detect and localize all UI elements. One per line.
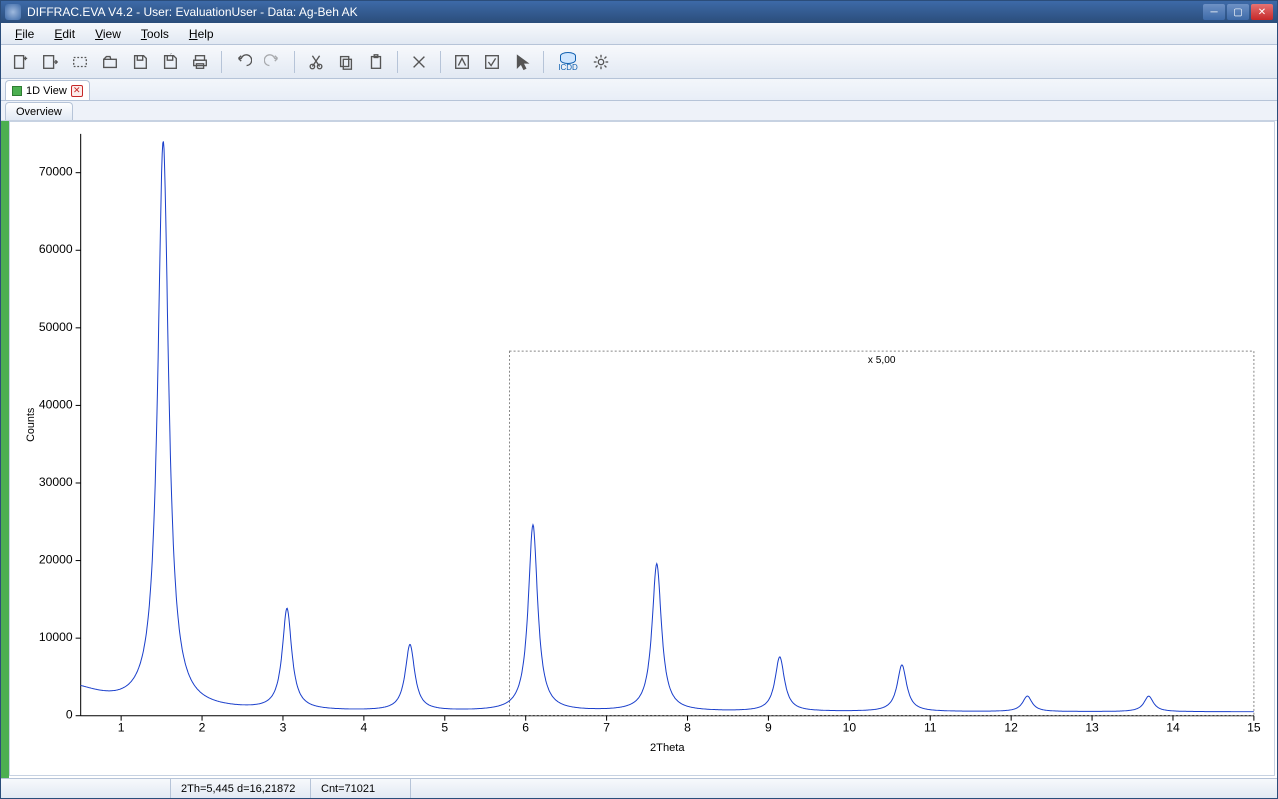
svg-text:14: 14 <box>1166 721 1180 735</box>
menu-bar: File Edit View Tools Help <box>1 23 1277 45</box>
svg-text:1: 1 <box>118 721 125 735</box>
app-icon <box>5 4 21 20</box>
menu-edit[interactable]: Edit <box>44 25 85 43</box>
open-button[interactable] <box>97 49 123 75</box>
svg-text:12: 12 <box>1004 721 1018 735</box>
toolbar-separator <box>397 51 398 73</box>
document-tab-strip: 1D View <box>1 79 1277 101</box>
client-area: 0100002000030000400005000060000700001234… <box>1 121 1277 778</box>
window-close-button[interactable]: ✕ <box>1251 4 1273 20</box>
view-tab-strip: Overview <box>1 101 1277 121</box>
menu-view[interactable]: View <box>85 25 131 43</box>
toolbar: ? <box>1 45 1277 79</box>
svg-text:5: 5 <box>441 721 448 735</box>
svg-text:Counts: Counts <box>25 407 37 442</box>
window-title: DIFFRAC.EVA V4.2 - User: EvaluationUser … <box>27 5 1203 19</box>
svg-text:2: 2 <box>199 721 206 735</box>
print-button[interactable] <box>187 49 213 75</box>
svg-text:8: 8 <box>684 721 691 735</box>
paste-button[interactable] <box>363 49 389 75</box>
svg-text:6: 6 <box>522 721 529 735</box>
toolbar-separator <box>440 51 441 73</box>
import-button[interactable] <box>37 49 63 75</box>
save-as-button[interactable]: ? <box>157 49 183 75</box>
copy-button[interactable] <box>333 49 359 75</box>
undo-button[interactable] <box>230 49 256 75</box>
app-window: DIFFRAC.EVA V4.2 - User: EvaluationUser … <box>0 0 1278 799</box>
status-angle: 2Th=5,445 d=16,21872 <box>171 779 311 798</box>
mode-a-button[interactable] <box>449 49 475 75</box>
delete-button[interactable] <box>406 49 432 75</box>
tab-label: Overview <box>16 106 62 118</box>
svg-text:13: 13 <box>1085 721 1099 735</box>
cut-button[interactable] <box>303 49 329 75</box>
svg-text:?: ? <box>169 53 172 57</box>
toolbar-separator <box>294 51 295 73</box>
toolbar-separator <box>221 51 222 73</box>
window-maximize-button[interactable]: ▢ <box>1227 4 1249 20</box>
status-bar: 2Th=5,445 d=16,21872 Cnt=71021 <box>1 778 1277 798</box>
svg-text:10: 10 <box>843 721 857 735</box>
title-bar: DIFFRAC.EVA V4.2 - User: EvaluationUser … <box>1 1 1277 23</box>
pointer-button[interactable] <box>509 49 535 75</box>
settings-button[interactable] <box>588 49 614 75</box>
window-minimize-button[interactable]: ─ <box>1203 4 1225 20</box>
toolbar-separator <box>543 51 544 73</box>
svg-text:20000: 20000 <box>39 553 73 567</box>
document-tab-label: 1D View <box>26 85 67 97</box>
active-scan-indicator <box>1 121 9 778</box>
close-tab-button[interactable] <box>71 85 83 97</box>
svg-text:70000: 70000 <box>39 165 73 179</box>
svg-text:50000: 50000 <box>39 320 73 334</box>
mode-check-button[interactable] <box>479 49 505 75</box>
document-tab-1dview[interactable]: 1D View <box>5 80 90 100</box>
diffraction-plot[interactable]: 0100002000030000400005000060000700001234… <box>9 121 1275 776</box>
svg-text:10000: 10000 <box>39 630 73 644</box>
svg-text:x 5,00: x 5,00 <box>868 355 896 366</box>
svg-text:3: 3 <box>280 721 287 735</box>
menu-file[interactable]: File <box>5 25 44 43</box>
menu-tools[interactable]: Tools <box>131 25 179 43</box>
svg-text:4: 4 <box>360 721 367 735</box>
tab-overview[interactable]: Overview <box>5 102 73 120</box>
svg-text:15: 15 <box>1247 721 1261 735</box>
svg-text:0: 0 <box>66 708 73 722</box>
status-blank <box>1 779 171 798</box>
tab-color-icon <box>12 86 22 96</box>
svg-text:2Theta: 2Theta <box>650 742 686 754</box>
svg-text:40000: 40000 <box>39 398 73 412</box>
svg-text:30000: 30000 <box>39 475 73 489</box>
svg-text:7: 7 <box>603 721 610 735</box>
database-icon <box>560 52 576 64</box>
redo-button[interactable] <box>260 49 286 75</box>
svg-text:60000: 60000 <box>39 242 73 256</box>
save-button[interactable] <box>127 49 153 75</box>
svg-text:11: 11 <box>924 721 937 735</box>
menu-help[interactable]: Help <box>179 25 224 43</box>
zoom-rect-button[interactable] <box>67 49 93 75</box>
svg-text:9: 9 <box>765 721 772 735</box>
new-document-button[interactable] <box>7 49 33 75</box>
status-counts: Cnt=71021 <box>311 779 411 798</box>
icdd-database-button[interactable]: ICDD <box>552 49 584 75</box>
